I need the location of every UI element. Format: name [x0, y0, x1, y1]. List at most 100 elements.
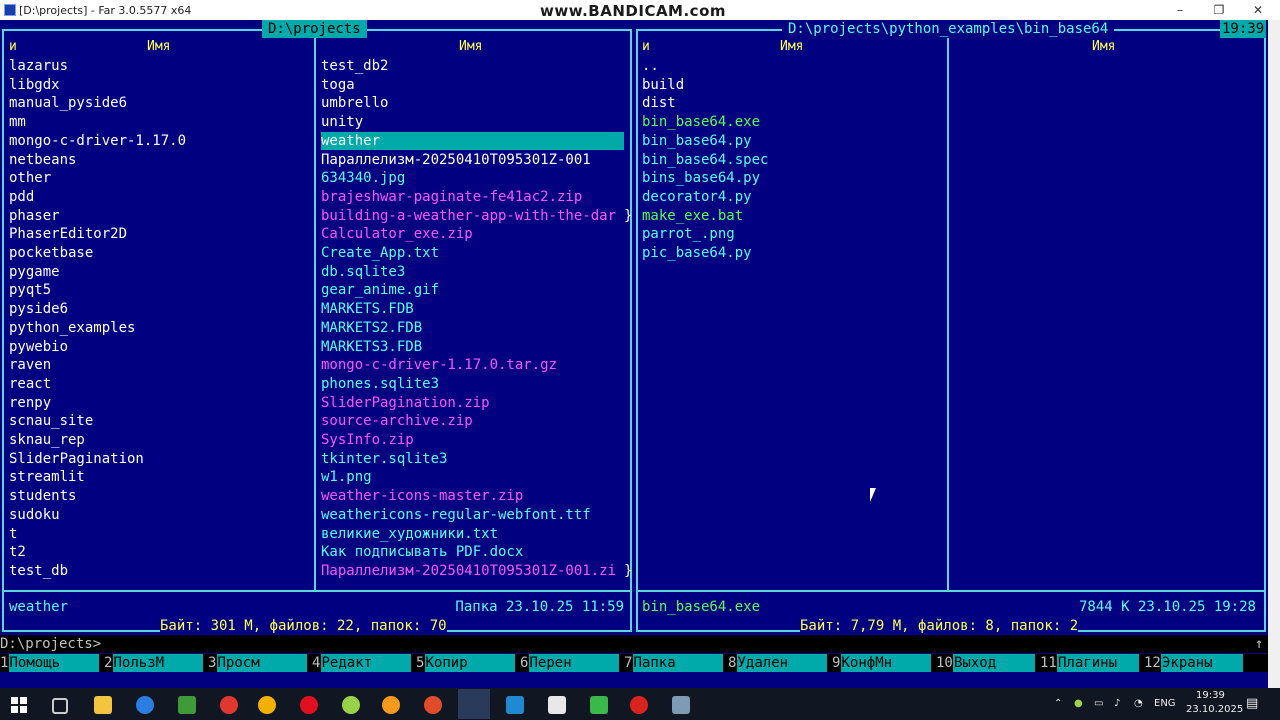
- vivaldi-icon[interactable]: [220, 696, 238, 714]
- left-panel-file-item[interactable]: test_db: [9, 562, 309, 580]
- left-panel-file-item[interactable]: Как подписывать PDF.docx: [321, 543, 624, 561]
- fkey-11[interactable]: 11 Плагины: [1040, 654, 1144, 672]
- left-panel-file-item[interactable]: t2: [9, 543, 309, 561]
- left-panel-file-item[interactable]: pywebio: [9, 338, 309, 356]
- left-panel-file-item[interactable]: umbrello: [321, 94, 624, 112]
- left-panel-file-item[interactable]: 634340.jpg: [321, 169, 624, 187]
- right-col1-header[interactable]: Имя: [780, 38, 803, 56]
- tray-date[interactable]: 23.10.2025: [1186, 704, 1243, 715]
- left-panel-file-item[interactable]: lazarus: [9, 57, 309, 75]
- left-panel-file-item[interactable]: MARKETS2.FDB: [321, 319, 624, 337]
- command-line[interactable]: D:\projects> ↑: [0, 635, 1268, 653]
- right-panel-file-item[interactable]: bin_base64.spec: [642, 151, 942, 169]
- notifications-icon[interactable]: ▤: [1246, 696, 1258, 711]
- left-panel-file-item[interactable]: brajeshwar-paginate-fe41ac2.zip: [321, 188, 624, 206]
- tray-app-icon[interactable]: ●: [1074, 698, 1083, 709]
- start-button[interactable]: [10, 696, 28, 714]
- restore-button[interactable]: ❐: [1211, 2, 1227, 18]
- left-panel-file-item[interactable]: renpy: [9, 394, 309, 412]
- right-panel-file-item[interactable]: make_exe.bat: [642, 207, 942, 225]
- chrome-icon[interactable]: [258, 696, 276, 714]
- left-panel-file-item[interactable]: MARKETS.FDB: [321, 300, 624, 318]
- left-panel-file-item[interactable]: other: [9, 169, 309, 187]
- left-panel-file-item[interactable]: Параллелизм-20250410T095301Z-001: [321, 151, 624, 169]
- fkey-1[interactable]: 1 Помощь: [0, 654, 104, 672]
- left-panel-selected-item[interactable]: weather: [321, 131, 624, 150]
- fkey-10[interactable]: 10 Выход: [936, 654, 1040, 672]
- network-icon[interactable]: ◔: [1134, 698, 1143, 709]
- app-icon-1[interactable]: [178, 696, 196, 714]
- left-panel-file-item[interactable]: phaser: [9, 207, 309, 225]
- fkey-12[interactable]: 12 Экраны: [1144, 654, 1248, 672]
- bandicam-icon[interactable]: [630, 696, 648, 714]
- left-panel-file-item[interactable]: PhaserEditor2D: [9, 225, 309, 243]
- window-scrollbar[interactable]: [1268, 20, 1280, 688]
- left-panel-file-item[interactable]: sknau_rep: [9, 431, 309, 449]
- fkey-6[interactable]: 6 Перен: [520, 654, 624, 672]
- left-panel-file-item[interactable]: MARKETS3.FDB: [321, 338, 624, 356]
- left-panel-file-item[interactable]: mongo-c-driver-1.17.0: [9, 132, 309, 150]
- left-panel-file-item[interactable]: netbeans: [9, 151, 309, 169]
- chrome-canary-icon[interactable]: [424, 696, 442, 714]
- left-panel-file-item[interactable]: pdd: [9, 188, 309, 206]
- app-icon-3[interactable]: [672, 696, 690, 714]
- fkey-4[interactable]: 4 Редакт: [312, 654, 416, 672]
- battery-icon[interactable]: ▭: [1094, 698, 1103, 709]
- left-panel-file-item[interactable]: db.sqlite3: [321, 263, 624, 281]
- left-panel-file-item[interactable]: Calculator_exe.zip: [321, 225, 624, 243]
- right-panel-file-item[interactable]: bins_base64.py: [642, 169, 942, 187]
- fkey-2[interactable]: 2 ПользМ: [104, 654, 208, 672]
- chrome-variant-icon[interactable]: [342, 696, 360, 714]
- left-panel-file-item[interactable]: manual_pyside6: [9, 94, 309, 112]
- left-panel-file-item[interactable]: students: [9, 487, 309, 505]
- volume-icon[interactable]: ♪: [1114, 698, 1120, 709]
- left-panel-file-item[interactable]: pygame: [9, 263, 309, 281]
- right-panel-file-item[interactable]: decorator4.py: [642, 188, 942, 206]
- right-col2-header[interactable]: Имя: [1092, 38, 1115, 56]
- minimize-button[interactable]: –: [1172, 2, 1188, 18]
- right-panel-file-item[interactable]: parrot_.png: [642, 225, 942, 243]
- left-panel-file-item[interactable]: unity: [321, 113, 624, 131]
- right-panel-file-item[interactable]: pic_base64.py: [642, 244, 942, 262]
- left-panel-file-item[interactable]: mm: [9, 113, 309, 131]
- close-button[interactable]: ✕: [1250, 2, 1266, 18]
- right-panel-file-item[interactable]: build: [642, 76, 942, 94]
- fkey-7[interactable]: 7 Папка: [624, 654, 728, 672]
- edge-icon[interactable]: [136, 696, 154, 714]
- fkey-3[interactable]: 3 Просм: [208, 654, 312, 672]
- fkey-8[interactable]: 8 Удален: [728, 654, 832, 672]
- left-panel-file-item[interactable]: pocketbase: [9, 244, 309, 262]
- right-panel-file-item[interactable]: dist: [642, 94, 942, 112]
- left-panel-file-item[interactable]: source-archive.zip: [321, 412, 624, 430]
- left-panel-file-item[interactable]: raven: [9, 356, 309, 374]
- opera-icon[interactable]: [300, 696, 318, 714]
- far-taskbar-icon-active[interactable]: [458, 689, 490, 719]
- left-panel-file-item[interactable]: pyside6: [9, 300, 309, 318]
- left-panel-path[interactable]: D:\projects: [262, 20, 367, 38]
- left-panel-file-item[interactable]: Create_App.txt: [321, 244, 624, 262]
- left-panel-file-item[interactable]: phones.sqlite3: [321, 375, 624, 393]
- left-panel-file-item[interactable]: sudoku: [9, 506, 309, 524]
- vscode-icon[interactable]: [506, 696, 524, 714]
- notepad-icon[interactable]: [548, 696, 566, 714]
- left-panel-file-item[interactable]: tkinter.sqlite3: [321, 450, 624, 468]
- left-col1-header[interactable]: Имя: [147, 38, 170, 56]
- left-panel-file-item[interactable]: scnau_site: [9, 412, 309, 430]
- right-panel-path[interactable]: D:\projects\python_examples\bin_base64: [782, 20, 1115, 38]
- left-panel-file-item[interactable]: w1.png: [321, 468, 624, 486]
- app-icon-2[interactable]: [590, 696, 608, 714]
- left-panel-file-item[interactable]: gear_anime.gif: [321, 281, 624, 299]
- left-panel-file-item[interactable]: test_db2: [321, 57, 624, 75]
- fkey-5[interactable]: 5 Копир: [416, 654, 520, 672]
- file-explorer-icon[interactable]: [94, 696, 112, 714]
- left-panel-file-item[interactable]: mongo-c-driver-1.17.0.tar.gz: [321, 356, 624, 374]
- browser-icon[interactable]: [382, 696, 400, 714]
- left-panel-file-item[interactable]: toga: [321, 76, 624, 94]
- right-panel-file-item[interactable]: bin_base64.exe: [642, 113, 942, 131]
- left-panel-file-item[interactable]: react: [9, 375, 309, 393]
- right-panel-file-item[interactable]: ..: [642, 57, 942, 75]
- left-panel-file-item[interactable]: SysInfo.zip: [321, 431, 624, 449]
- left-panel-file-item[interactable]: libgdx: [9, 76, 309, 94]
- left-panel-file-item[interactable]: building-a-weather-app-with-the-dar: [321, 207, 624, 225]
- right-panel-file-item[interactable]: bin_base64.py: [642, 132, 942, 150]
